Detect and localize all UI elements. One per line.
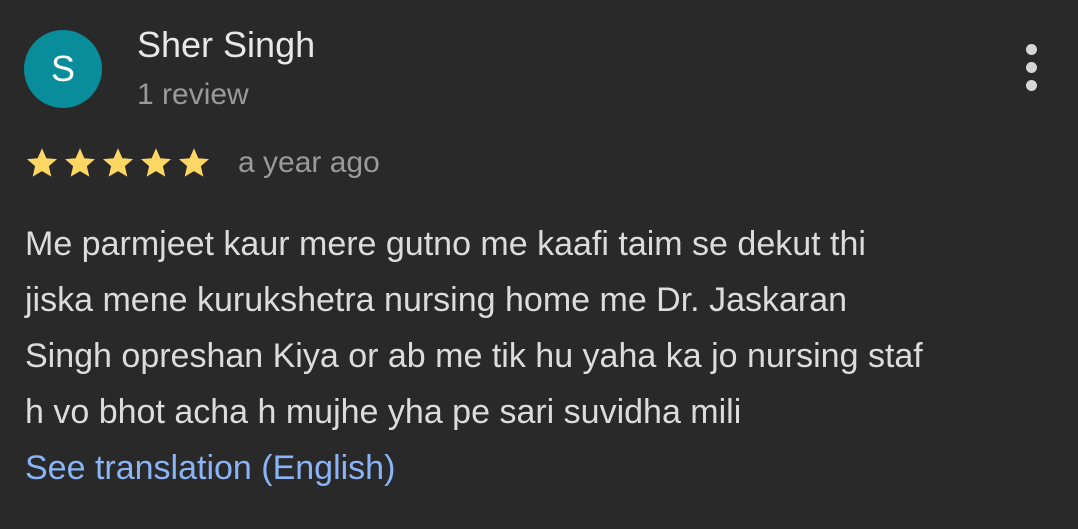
more-vert-icon — [1026, 44, 1037, 55]
review-card: S Sher Singh 1 review a year ago Me parm… — [0, 0, 1078, 529]
reviewer-name[interactable]: Sher Singh — [137, 24, 315, 66]
star-icon — [62, 145, 98, 181]
star-icon — [24, 145, 60, 181]
more-vert-icon-dot — [1026, 80, 1037, 91]
star-icon — [176, 145, 212, 181]
star-icon — [100, 145, 136, 181]
avatar[interactable]: S — [24, 30, 102, 108]
more-vert-icon-dot — [1026, 62, 1037, 73]
avatar-letter: S — [50, 48, 75, 89]
more-options-button[interactable] — [1012, 40, 1052, 96]
review-count: 1 review — [137, 78, 249, 111]
review-text: Me parmjeet kaur mere gutno me kaafi tai… — [25, 225, 923, 431]
star-rating — [24, 144, 214, 182]
review-time: a year ago — [238, 146, 380, 179]
star-icon — [138, 145, 174, 181]
see-translation-link[interactable]: See translation (English) — [25, 440, 395, 496]
